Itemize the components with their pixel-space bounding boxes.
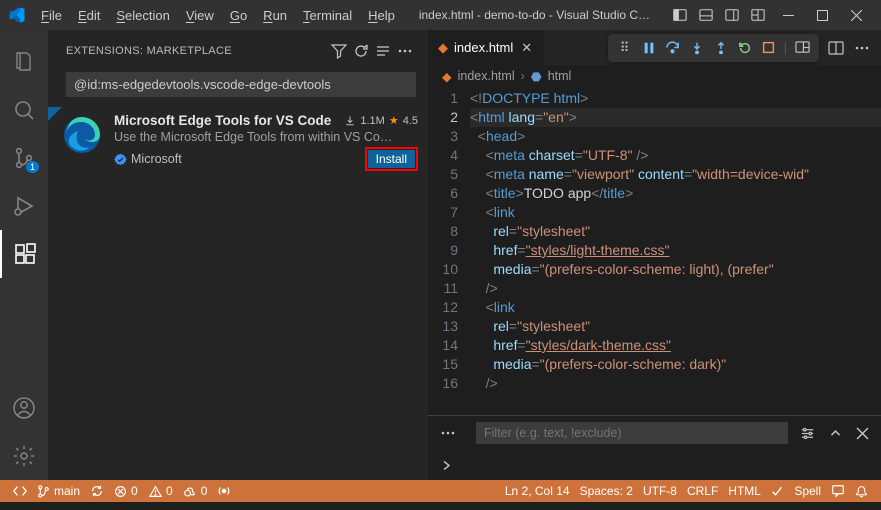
clear-icon[interactable] [372, 40, 394, 62]
pause-icon[interactable] [638, 37, 660, 59]
extension-description: Use the Microsoft Edge Tools from within… [114, 130, 418, 144]
panel-close-icon[interactable] [854, 427, 871, 440]
window-title: index.html - demo-to-do - Visual Studio … [402, 8, 667, 22]
extension-publisher: Microsoft [131, 152, 182, 166]
menu-terminal[interactable]: Terminal [296, 4, 359, 27]
run-debug-icon[interactable] [0, 182, 48, 230]
spell-button[interactable]: Spell [766, 480, 826, 502]
menu-go[interactable]: Go [223, 4, 254, 27]
encoding-button[interactable]: UTF-8 [638, 480, 682, 502]
extensions-icon[interactable] [0, 230, 48, 278]
extension-rating: 4.5 [403, 115, 418, 127]
element-icon: ⬣ [531, 69, 542, 84]
menu-help[interactable]: Help [361, 4, 402, 27]
code-editor[interactable]: 12345678910111213141516 <!DOCTYPE html><… [428, 87, 881, 415]
eol-button[interactable]: CRLF [682, 480, 723, 502]
download-icon [344, 115, 356, 127]
menu-run[interactable]: Run [256, 4, 294, 27]
notifications-icon[interactable] [850, 480, 873, 502]
source-control-icon[interactable]: 1 [0, 134, 48, 182]
feedback-icon[interactable] [826, 480, 850, 502]
pin-corner-icon [48, 107, 62, 121]
minimize-button[interactable] [771, 0, 805, 30]
status-bar: main 0 0 0 Ln 2, Col 14 Spaces: 2 UTF-8 … [0, 480, 881, 502]
more-icon[interactable] [394, 40, 416, 62]
step-out-icon[interactable] [710, 37, 732, 59]
menu-selection[interactable]: Selection [109, 4, 176, 27]
panel-filter-input[interactable] [476, 422, 788, 444]
stop-icon[interactable] [758, 37, 780, 59]
install-highlight: Install [365, 147, 418, 171]
html-file-icon: ◆ [438, 40, 448, 56]
menu-file[interactable]: File [34, 4, 69, 27]
breadcrumb[interactable]: ◆ index.html › ⬣ html [428, 65, 881, 87]
indentation-button[interactable]: Spaces: 2 [575, 480, 638, 502]
settings-gear-icon[interactable] [0, 432, 48, 480]
html-file-icon: ◆ [442, 69, 452, 84]
main-menu: File Edit Selection View Go Run Terminal… [34, 4, 402, 27]
cursor-position[interactable]: Ln 2, Col 14 [500, 480, 575, 502]
live-button[interactable] [212, 480, 236, 502]
install-button[interactable]: Install [368, 150, 415, 168]
sync-button[interactable] [85, 480, 109, 502]
layout-icon[interactable] [745, 0, 771, 30]
devtools-icon[interactable] [791, 37, 813, 59]
extension-item[interactable]: Microsoft Edge Tools for VS Code 1.1M ★ … [48, 107, 428, 177]
menu-view[interactable]: View [179, 4, 221, 27]
terminal-chevron-icon[interactable] [438, 459, 455, 472]
errors-button[interactable]: 0 0 [109, 480, 178, 502]
extension-search-input[interactable]: @id:ms-edgedevtools.vscode-edge-devtools [66, 72, 416, 97]
ports-button[interactable]: 0 [178, 480, 213, 502]
panel-left-icon[interactable] [667, 0, 693, 30]
extension-logo-icon [60, 113, 104, 157]
titlebar: File Edit Selection View Go Run Terminal… [0, 0, 881, 30]
tab-label: index.html [454, 40, 513, 55]
editor-group: ◆ index.html ✕ ⠿ | ◆ index.htm [428, 30, 881, 480]
scm-badge: 1 [26, 161, 39, 173]
breadcrumb-node[interactable]: html [548, 69, 572, 83]
sidebar-title: EXTENSIONS: MARKETPLACE [66, 45, 328, 57]
close-window-button[interactable] [839, 0, 873, 30]
split-editor-icon[interactable] [825, 37, 847, 59]
explorer-icon[interactable] [0, 38, 48, 86]
close-tab-icon[interactable]: ✕ [519, 40, 534, 56]
more-actions-icon[interactable] [851, 37, 873, 59]
menu-edit[interactable]: Edit [71, 4, 107, 27]
vscode-logo-icon [8, 6, 26, 24]
extensions-sidebar: EXTENSIONS: MARKETPLACE @id:ms-edgedevto… [48, 30, 428, 480]
panel-bottom-icon[interactable] [693, 0, 719, 30]
search-icon[interactable] [0, 86, 48, 134]
branch-button[interactable]: main [32, 480, 85, 502]
bottom-panel [428, 415, 881, 480]
language-button[interactable]: HTML [723, 480, 766, 502]
editor-tab[interactable]: ◆ index.html ✕ [428, 30, 545, 65]
panel-collapse-icon[interactable] [827, 427, 844, 440]
extension-name: Microsoft Edge Tools for VS Code [114, 113, 331, 128]
step-over-icon[interactable] [662, 37, 684, 59]
restart-icon[interactable] [734, 37, 756, 59]
star-icon: ★ [389, 114, 399, 127]
maximize-button[interactable] [805, 0, 839, 30]
remote-button[interactable] [8, 480, 32, 502]
filter-icon[interactable] [328, 40, 350, 62]
step-into-icon[interactable] [686, 37, 708, 59]
refresh-icon[interactable] [350, 40, 372, 62]
drag-handle-icon[interactable]: ⠿ [614, 37, 636, 59]
extension-downloads: 1.1M [360, 115, 384, 127]
activity-bar: 1 [0, 30, 48, 480]
account-icon[interactable] [0, 384, 48, 432]
panel-more-icon[interactable] [438, 425, 458, 441]
filter-settings-icon[interactable] [798, 426, 817, 441]
debug-toolbar: ⠿ | [608, 34, 819, 62]
breadcrumb-file[interactable]: index.html [458, 69, 515, 83]
panel-right-icon[interactable] [719, 0, 745, 30]
verified-icon [114, 153, 127, 166]
